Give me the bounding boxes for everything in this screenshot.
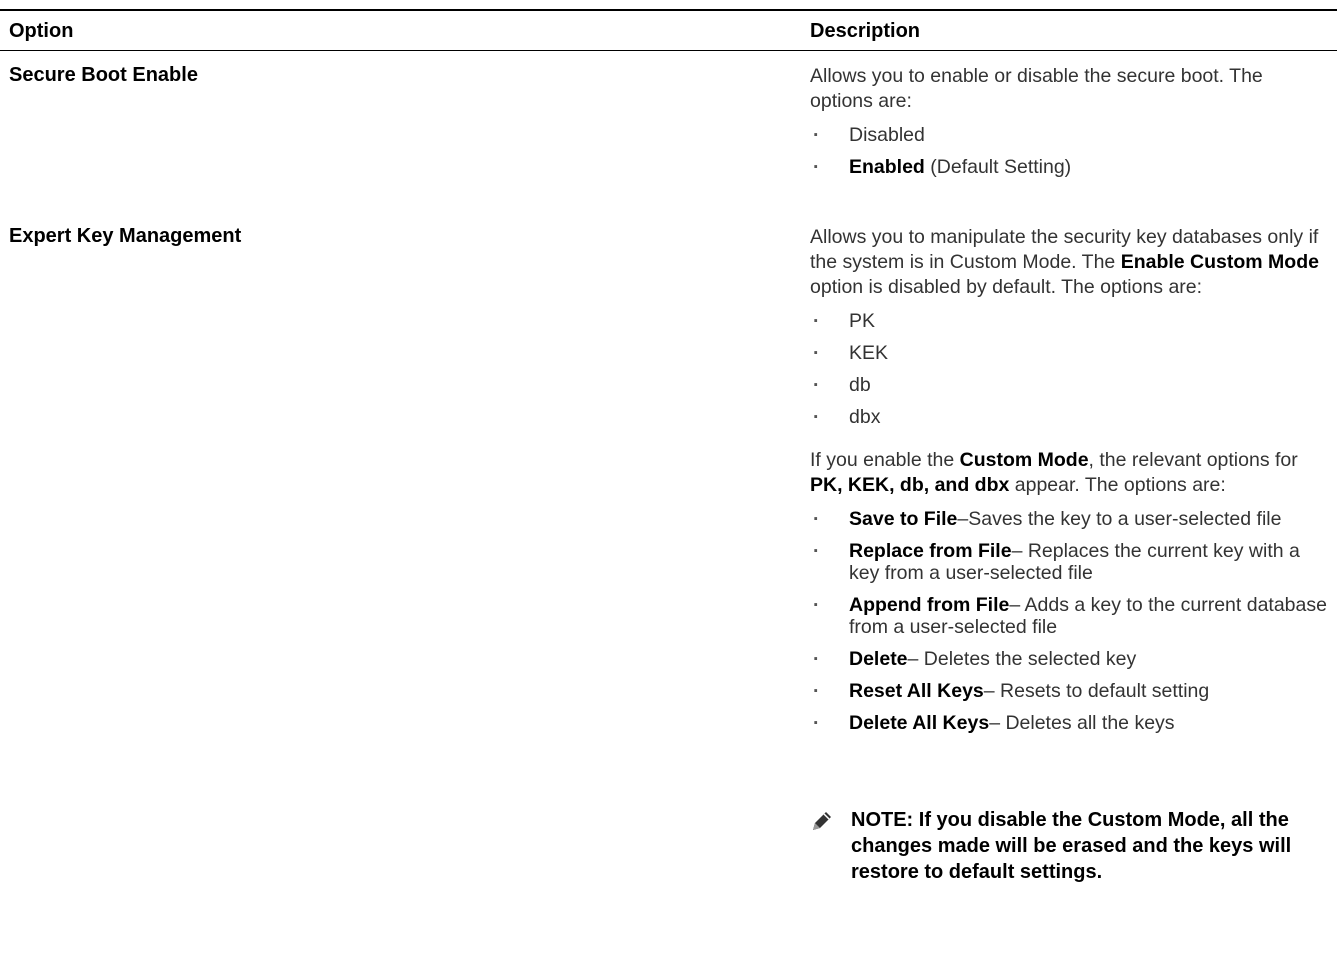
pencil-note-icon [810,809,834,833]
option-expert-key-management: Expert Key Management [9,225,242,247]
list-item: Delete– Deletes the selected key [810,648,1330,670]
header-description: Description [810,20,921,42]
description-intro: Allows you to enable or disable the secu… [810,65,1263,112]
custom-mode-options-list: Save to File–Saves the key to a user-sel… [810,508,1330,734]
note-text: NOTE: If you disable the Custom Mode, al… [851,809,1292,883]
list-item: KEK [810,342,1330,364]
list-item: db [810,374,1330,396]
description-intro: Allows you to manipulate the security ke… [810,226,1319,298]
list-item: Save to File–Saves the key to a user-sel… [810,508,1330,530]
list-item: Append from File– Adds a key to the curr… [810,594,1330,638]
options-list: Disabled Enabled (Default Setting) [810,124,1330,178]
list-item: PK [810,310,1330,332]
list-item: Delete All Keys– Deletes all the keys [810,712,1330,734]
list-item: Enabled (Default Setting) [810,156,1330,178]
table-top-rule [0,9,1337,11]
list-item: Replace from File– Replaces the current … [810,540,1330,584]
list-item: dbx [810,406,1330,428]
header-option: Option [9,20,74,42]
key-database-list: PK KEK db dbx [810,310,1330,428]
list-item: Reset All Keys– Resets to default settin… [810,680,1330,702]
description-expert-key-management: Allows you to manipulate the security ke… [810,225,1330,744]
custom-mode-paragraph: If you enable the Custom Mode, the relev… [810,449,1298,496]
option-secure-boot-enable: Secure Boot Enable [9,64,198,86]
header-rule [0,50,1337,51]
description-secure-boot-enable: Allows you to enable or disable the secu… [810,64,1330,188]
list-item: Disabled [810,124,1330,146]
